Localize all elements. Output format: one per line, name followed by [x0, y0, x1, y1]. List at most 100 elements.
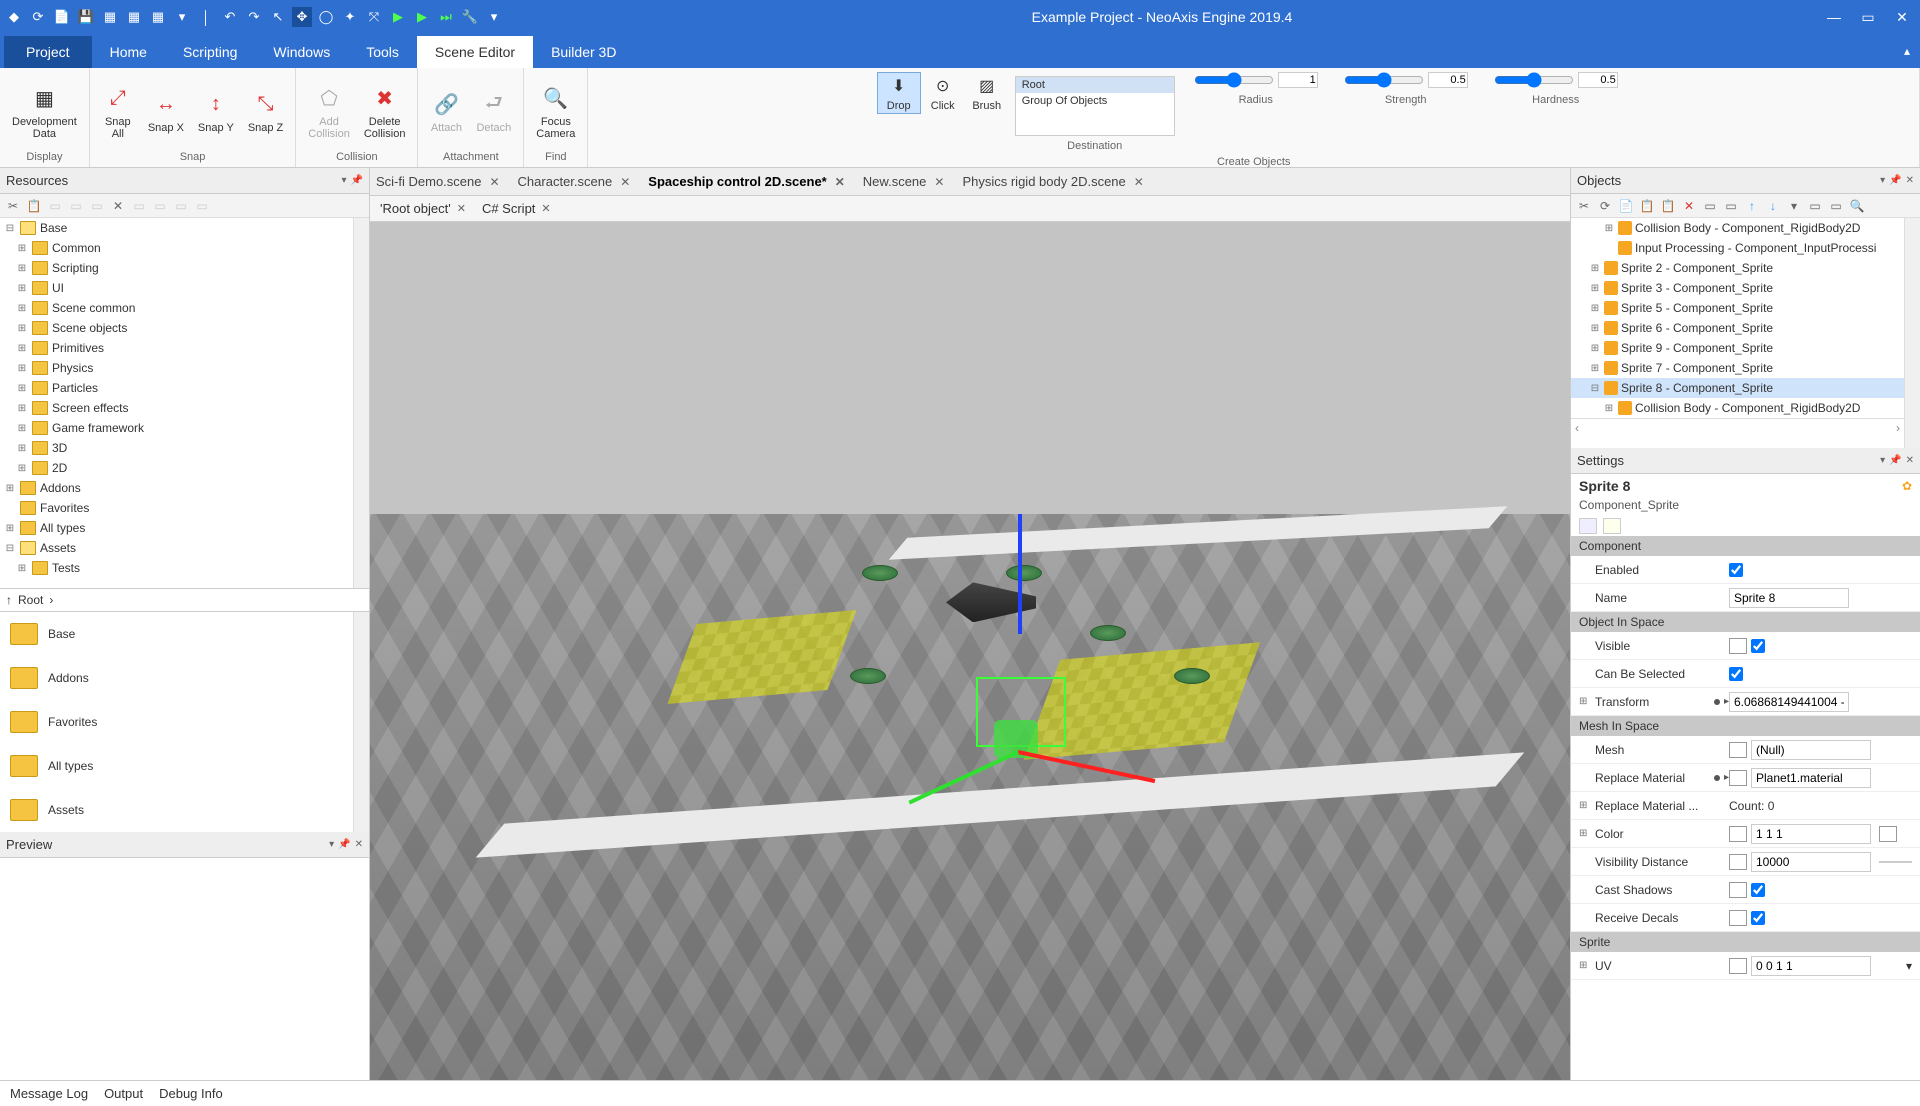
- value-chip-icon[interactable]: [1729, 742, 1747, 758]
- wrench-icon[interactable]: 🔧: [460, 7, 480, 27]
- doc-tab[interactable]: New.scene✕: [863, 174, 945, 189]
- clone-icon[interactable]: ▭: [67, 197, 85, 215]
- panel-pin-icon[interactable]: 📌: [1889, 175, 1901, 186]
- expand-icon[interactable]: ⊞: [16, 323, 28, 334]
- tree-node[interactable]: ⊞Tests: [0, 558, 353, 578]
- tool-icon[interactable]: ▭: [1827, 197, 1845, 215]
- slider-value[interactable]: [1578, 72, 1618, 88]
- value-chip-icon[interactable]: [1729, 958, 1747, 974]
- doc-tab[interactable]: Character.scene✕: [518, 174, 631, 189]
- mode-icon[interactable]: [1579, 518, 1597, 534]
- expand-icon[interactable]: ⊞: [16, 343, 28, 354]
- property-input[interactable]: [1729, 588, 1849, 608]
- breadcrumb[interactable]: ↑ Root ›: [0, 588, 369, 612]
- tree-node[interactable]: ⊞2D: [0, 458, 353, 478]
- tree-node[interactable]: ⊞Physics: [0, 358, 353, 378]
- paste-icon[interactable]: 📋: [1659, 197, 1677, 215]
- slider-input[interactable]: [1194, 72, 1274, 88]
- property-input[interactable]: [1751, 824, 1871, 844]
- tree-node[interactable]: ⊞All types: [0, 518, 353, 538]
- search-icon[interactable]: 🔍: [1848, 197, 1866, 215]
- status-item-output[interactable]: Output: [104, 1086, 143, 1101]
- qat-overflow-icon[interactable]: ▾: [484, 7, 504, 27]
- doc-tab[interactable]: Physics rigid body 2D.scene✕: [962, 174, 1143, 189]
- expand-icon[interactable]: ⊟: [1589, 383, 1601, 394]
- object-node[interactable]: ⊞Collision Body - Component_RigidBody2D: [1571, 398, 1904, 418]
- object-node[interactable]: ⊞Collision Body - Component_RigidBody2D: [1571, 218, 1904, 238]
- close-button[interactable]: ✕: [1888, 5, 1916, 29]
- property-input[interactable]: [1751, 852, 1871, 872]
- object-node[interactable]: ⊞Sprite 5 - Component_Sprite: [1571, 298, 1904, 318]
- tool-icon[interactable]: ▾: [1785, 197, 1803, 215]
- up-icon[interactable]: ↑: [1743, 197, 1761, 215]
- slider-input[interactable]: [1494, 72, 1574, 88]
- snap-button-1[interactable]: ↔Snap X: [142, 88, 190, 136]
- create-mode-brush[interactable]: ▨Brush: [965, 72, 1009, 114]
- property-checkbox[interactable]: [1729, 563, 1743, 577]
- file-menu[interactable]: Project: [4, 36, 92, 68]
- expand-icon[interactable]: ⊞: [16, 263, 28, 274]
- scrollbar[interactable]: [353, 218, 369, 588]
- scroll-right-icon[interactable]: ›: [1896, 421, 1900, 435]
- tree-node[interactable]: ⊞Primitives: [0, 338, 353, 358]
- cut-icon[interactable]: ✂: [4, 197, 22, 215]
- expand-icon[interactable]: ⊞: [1589, 323, 1601, 334]
- slider-input[interactable]: [1344, 72, 1424, 88]
- move-tool-icon[interactable]: ✥: [292, 7, 312, 27]
- property-checkbox[interactable]: [1729, 667, 1743, 681]
- property-input[interactable]: [1751, 956, 1871, 976]
- slider-value[interactable]: [1428, 72, 1468, 88]
- new-icon[interactable]: 📄: [52, 7, 72, 27]
- folder-item[interactable]: Base: [0, 612, 353, 656]
- expand-icon[interactable]: ⊞: [16, 363, 28, 374]
- minimize-button[interactable]: —: [1820, 5, 1848, 29]
- value-chip-icon[interactable]: [1729, 826, 1747, 842]
- rotate-tool-icon[interactable]: ◯: [316, 7, 336, 27]
- expand-icon[interactable]: ⊞: [16, 383, 28, 394]
- object-node[interactable]: ⊞Sprite 3 - Component_Sprite: [1571, 278, 1904, 298]
- property-category[interactable]: Sprite: [1571, 932, 1920, 952]
- expand-icon[interactable]: ⊞: [16, 463, 28, 474]
- folder-item[interactable]: All types: [0, 744, 353, 788]
- panel-pin-icon[interactable]: 📌: [351, 175, 363, 186]
- axis-icon[interactable]: ✦: [340, 7, 360, 27]
- create-mode-click[interactable]: ⊙Click: [921, 72, 965, 114]
- tree-node[interactable]: ⊞Addons: [0, 478, 353, 498]
- panel-close-icon[interactable]: ✕: [1906, 175, 1914, 186]
- tool-icon[interactable]: ▭: [88, 197, 106, 215]
- menu-tab-scripting[interactable]: Scripting: [165, 36, 255, 68]
- property-checkbox[interactable]: [1751, 883, 1765, 897]
- breadcrumb-item[interactable]: Root: [18, 593, 43, 607]
- rename-icon[interactable]: ▭: [1701, 197, 1719, 215]
- folder-item[interactable]: Assets: [0, 788, 353, 832]
- dropdown-icon[interactable]: ▾: [1906, 959, 1912, 973]
- pointer-icon[interactable]: ↖: [268, 7, 288, 27]
- tab-close-icon[interactable]: ✕: [835, 175, 845, 189]
- object-node[interactable]: ⊞Sprite 6 - Component_Sprite: [1571, 318, 1904, 338]
- expand-icon[interactable]: ⊞: [16, 443, 28, 454]
- detach-button[interactable]: ⮐Detach: [470, 88, 517, 136]
- menu-tab-builder-3d[interactable]: Builder 3D: [533, 36, 634, 68]
- refresh-icon[interactable]: ⟳: [28, 7, 48, 27]
- tool-icon[interactable]: ▭: [172, 197, 190, 215]
- value-chip-icon[interactable]: [1729, 638, 1747, 654]
- tree-node[interactable]: ⊞Particles: [0, 378, 353, 398]
- tab-close-icon[interactable]: ✕: [489, 175, 499, 189]
- object-node[interactable]: ⊞Sprite 7 - Component_Sprite: [1571, 358, 1904, 378]
- tree-node[interactable]: ⊞Common: [0, 238, 353, 258]
- panel-options-icon[interactable]: ▾: [342, 175, 347, 186]
- property-input[interactable]: [1729, 692, 1849, 712]
- create-mode-drop[interactable]: ⬇Drop: [877, 72, 921, 114]
- expand-icon[interactable]: ⊞: [4, 523, 16, 534]
- save-icon[interactable]: 💾: [76, 7, 96, 27]
- folder-list[interactable]: BaseAddonsFavoritesAll typesAssets: [0, 612, 353, 832]
- tab-close-icon[interactable]: ✕: [457, 202, 466, 215]
- copy-icon[interactable]: 📋: [1638, 197, 1656, 215]
- collapse-ribbon-icon[interactable]: ▴: [1904, 44, 1910, 58]
- sub-tab[interactable]: 'Root object'✕: [380, 201, 466, 216]
- layout1-icon[interactable]: ▦: [100, 7, 120, 27]
- snap-button-0[interactable]: ⤢Snap All: [96, 82, 140, 142]
- property-input[interactable]: [1751, 768, 1871, 788]
- paste-icon[interactable]: ▭: [46, 197, 64, 215]
- status-item-debug-info[interactable]: Debug Info: [159, 1086, 223, 1101]
